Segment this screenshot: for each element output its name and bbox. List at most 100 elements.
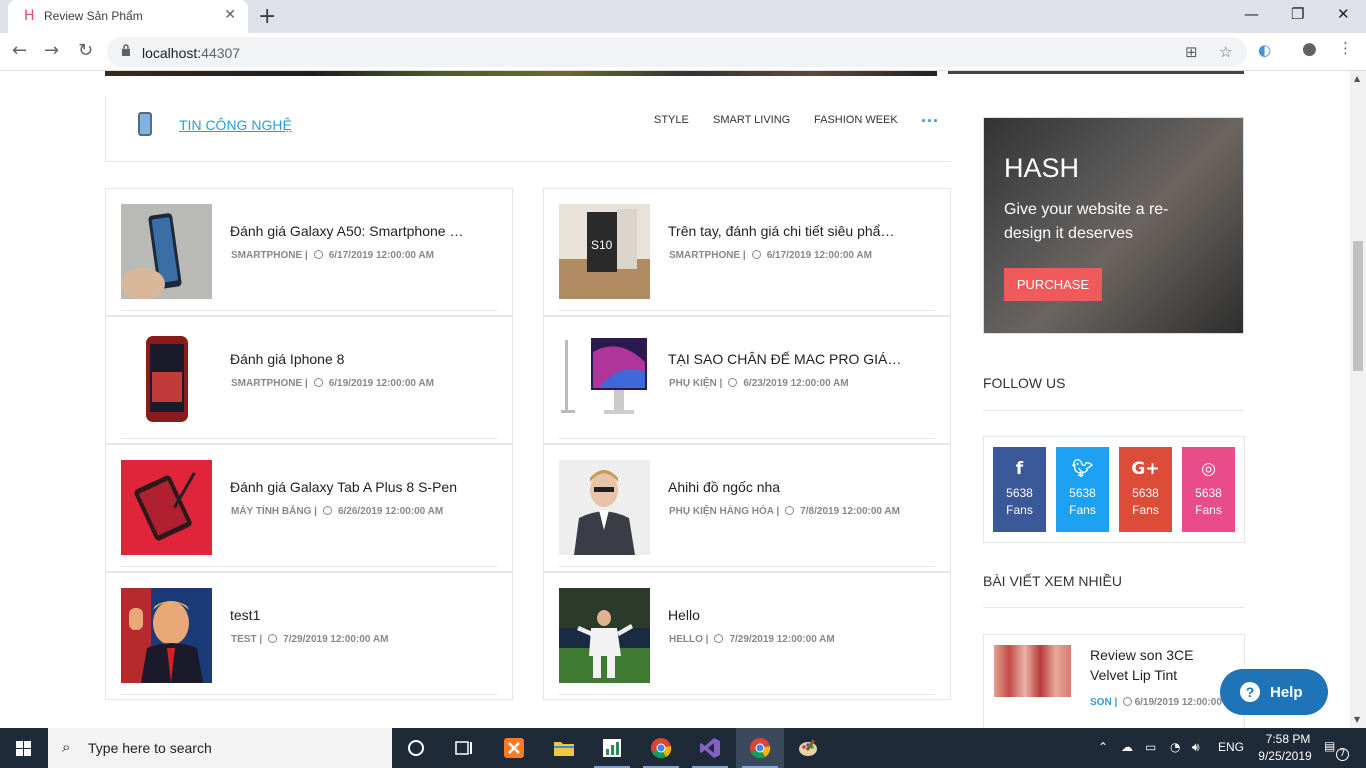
close-window-icon[interactable]: ✕ — [1337, 5, 1350, 23]
fans-label: Fans — [1069, 503, 1096, 517]
facebook-fans-button[interactable]: f 5638 Fans — [993, 447, 1046, 532]
category-header: TIN CÔNG NGHỆ STYLE SMART LIVING FASHION… — [105, 96, 951, 162]
input-language[interactable]: ENG — [1218, 740, 1244, 754]
address-bar[interactable]: localhost:44307 ⊞ ☆ — [107, 37, 1247, 67]
start-button[interactable] — [0, 728, 48, 768]
chart-app-icon — [603, 739, 621, 757]
article-card[interactable]: Đánh giá Iphone 8 SMARTPHONE | 6/19/2019 … — [105, 316, 513, 444]
article-card[interactable]: Đánh giá Galaxy Tab A Plus 8 S-Pen MÁY T… — [105, 444, 513, 572]
divider — [559, 438, 935, 439]
taskbar-app-paint[interactable] — [784, 728, 832, 768]
category-link-smart-living[interactable]: SMART LIVING — [713, 114, 790, 126]
profile-avatar-icon[interactable]: ● — [1302, 39, 1317, 59]
article-card[interactable]: TẠI SAO CHÂN ĐẾ MAC PRO GIÁ ĐẮT PHỤ KIỆN… — [543, 316, 951, 444]
article-card[interactable]: Ahihi đồ ngốc nha PHỤ KIỆN HÀNG HÓA | 7/8… — [543, 444, 951, 572]
xampp-icon — [504, 738, 524, 758]
wifi-icon[interactable]: ◔ — [1170, 740, 1180, 754]
notifications-icon[interactable]: ▤ — [1324, 739, 1335, 753]
article-category[interactable]: SMARTPHONE | — [231, 378, 308, 389]
article-meta: TEST | 7/29/2019 12:00:00 AM — [231, 633, 501, 647]
taskbar-search-box[interactable]: ⌕ Type here to search — [48, 728, 392, 768]
category-link-fashion-week[interactable]: FASHION WEEK — [814, 114, 898, 126]
article-card[interactable]: Đánh giá Galaxy A50: Smartphone tầm trun… — [105, 188, 513, 316]
onedrive-cloud-icon[interactable]: ☁ — [1121, 740, 1133, 754]
article-title[interactable]: Đánh giá Galaxy Tab A Plus 8 S-Pen — [230, 479, 465, 495]
divider — [121, 694, 497, 695]
twitter-fans-button[interactable]: 🐦︎ 5638 Fans — [1056, 447, 1109, 532]
category-link-style[interactable]: STYLE — [654, 114, 689, 126]
clock-icon — [322, 506, 332, 515]
article-thumbnail: S10 — [559, 204, 650, 299]
taskbar-time[interactable]: 7:58 PM — [1262, 732, 1314, 746]
bookmark-star-icon[interactable]: ☆ — [1219, 43, 1232, 61]
battery-icon[interactable]: ▭ — [1145, 740, 1156, 754]
tab-title: Review Sản Phẩm — [44, 9, 143, 23]
article-category[interactable]: PHỤ KIỆN | — [669, 378, 722, 389]
article-title[interactable]: TẠI SAO CHÂN ĐẾ MAC PRO GIÁ ĐẮT — [668, 351, 903, 367]
minimize-icon[interactable]: — — [1244, 5, 1259, 23]
article-category[interactable]: MÁY TÍNH BẢNG | — [231, 506, 317, 517]
back-arrow-icon[interactable]: ← — [12, 40, 27, 61]
tab-favicon: H — [24, 8, 35, 24]
cortana-button[interactable] — [392, 728, 440, 768]
article-thumbnail — [559, 460, 650, 555]
taskbar-app-charts[interactable] — [588, 728, 636, 768]
google-plus-fans-button[interactable]: G+ 5638 Fans — [1119, 447, 1172, 532]
scroll-up-icon[interactable]: ▲ — [1354, 74, 1360, 83]
article-title[interactable]: Trên tay, đánh giá chi tiết siêu phẩm Ga… — [668, 223, 903, 239]
close-tab-icon[interactable]: ✕ — [224, 7, 236, 23]
article-title[interactable]: test1 — [230, 607, 465, 623]
notification-count-badge: 7 — [1336, 748, 1349, 761]
article-thumbnail — [121, 332, 212, 427]
article-meta: MÁY TÍNH BẢNG | 6/26/2019 12:00:00 AM — [231, 505, 501, 519]
restore-icon[interactable]: ❐ — [1291, 5, 1304, 23]
translate-icon[interactable]: ⊞ — [1185, 43, 1198, 61]
divider — [121, 438, 497, 439]
help-button[interactable]: ? Help — [1220, 669, 1328, 715]
menu-icon[interactable]: ⋮ — [1338, 39, 1353, 57]
reload-icon[interactable]: ↻ — [78, 40, 93, 61]
article-title[interactable]: Đánh giá Iphone 8 — [230, 351, 465, 367]
popular-post-category[interactable]: SON | — [1090, 697, 1117, 708]
taskbar-app-xampp[interactable] — [490, 728, 538, 768]
scrollbar-thumb[interactable] — [1353, 241, 1363, 371]
popular-post-item[interactable]: Review son 3CE Velvet Lip Tint SON | 6/1… — [983, 634, 1245, 728]
new-tab-icon[interactable]: + — [258, 4, 276, 29]
show-hidden-icons-icon[interactable]: ⌃ — [1098, 740, 1108, 754]
article-card[interactable]: S10 Trên tay, đánh giá chi tiết siêu phẩ… — [543, 188, 951, 316]
task-view-button[interactable] — [440, 728, 488, 768]
extension-icon[interactable]: ◐ — [1258, 41, 1271, 59]
taskbar-app-file-explorer[interactable] — [540, 728, 588, 768]
article-category[interactable]: HELLO | — [669, 634, 708, 645]
article-category[interactable]: TEST | — [231, 634, 262, 645]
article-date: 6/19/2019 12:00:00 AM — [328, 378, 434, 389]
taskbar-app-chrome-active[interactable] — [736, 728, 784, 768]
article-meta: HELLO | 7/29/2019 12:00:00 AM — [669, 633, 939, 647]
chrome-icon — [750, 738, 771, 759]
article-category[interactable]: SMARTPHONE | — [231, 250, 308, 261]
follow-us-heading: FOLLOW US — [983, 375, 1066, 391]
article-card[interactable]: Hello HELLO | 7/29/2019 12:00:00 AM — [543, 572, 951, 700]
article-category[interactable]: PHỤ KIỆN HÀNG HÓA | — [669, 506, 779, 517]
volume-icon[interactable]: 🔊︎ — [1192, 740, 1200, 755]
purchase-button[interactable]: PURCHASE — [1004, 268, 1102, 301]
article-thumbnail — [121, 588, 212, 683]
category-title-link[interactable]: TIN CÔNG NGHỆ — [179, 117, 292, 133]
taskbar-app-chrome[interactable] — [637, 728, 685, 768]
article-title[interactable]: Đánh giá Galaxy A50: Smartphone tầm trun… — [230, 223, 465, 239]
article-title[interactable]: Ahihi đồ ngốc nha — [668, 479, 903, 495]
divider — [559, 566, 935, 567]
browser-tab[interactable]: H Review Sản Phẩm ✕ — [8, 0, 248, 33]
scroll-down-icon[interactable]: ▼ — [1354, 715, 1360, 724]
article-title[interactable]: Hello — [668, 607, 903, 623]
more-dots-icon[interactable]: ... — [921, 106, 939, 127]
article-date: 7/29/2019 12:00:00 AM — [729, 634, 835, 645]
taskbar-date[interactable]: 9/25/2019 — [1255, 749, 1315, 763]
dribbble-fans-button[interactable]: ◎ 5638 Fans — [1182, 447, 1235, 532]
popular-post-title[interactable]: Review son 3CE Velvet Lip Tint — [1090, 645, 1230, 685]
page-scrollbar[interactable]: ▲ ▼ — [1350, 71, 1366, 728]
taskbar-app-visual-studio[interactable] — [686, 728, 734, 768]
article-category[interactable]: SMARTPHONE | — [669, 250, 746, 261]
forward-arrow-icon[interactable]: → — [44, 40, 59, 61]
article-card[interactable]: test1 TEST | 7/29/2019 12:00:00 AM — [105, 572, 513, 700]
